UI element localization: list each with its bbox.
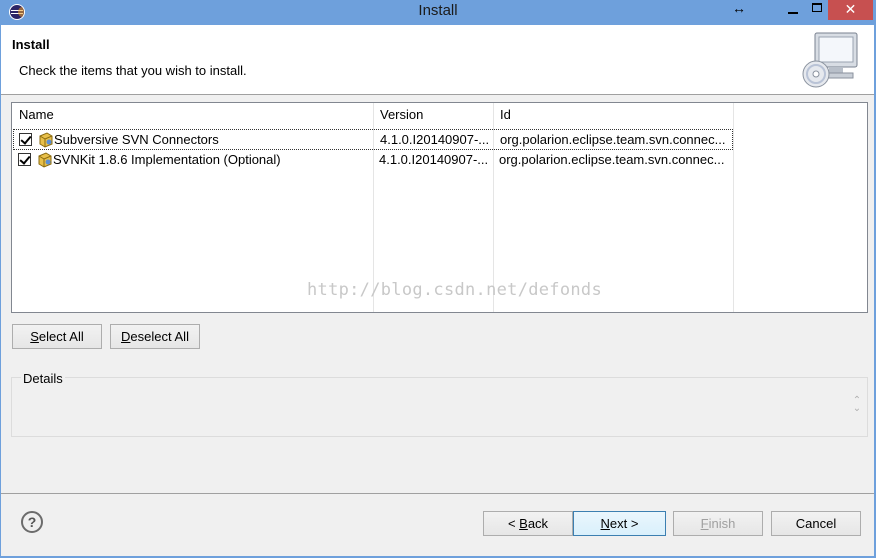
title-bar[interactable]: Install ↔ ✕: [0, 0, 876, 24]
row-checkbox[interactable]: [19, 133, 32, 146]
dialog-client-area: Install Check the items that you wish to…: [1, 25, 874, 556]
row-id: org.polarion.eclipse.team.svn.connec...: [500, 132, 726, 147]
feature-plugin-icon: [39, 132, 53, 148]
column-header-version[interactable]: Version: [373, 103, 493, 127]
banner-title: Install: [12, 37, 50, 52]
feature-plugin-icon: [38, 152, 52, 168]
next-label: ext >: [609, 516, 639, 531]
back-accel: B: [519, 516, 528, 531]
maximize-button[interactable]: [806, 0, 828, 20]
deselect-all-button[interactable]: Deselect All: [110, 324, 200, 349]
cancel-button[interactable]: Cancel: [771, 511, 861, 536]
select-all-label: elect All: [38, 329, 84, 344]
install-computer-icon: [802, 32, 858, 88]
row-version: 4.1.0.I20140907-...: [380, 132, 490, 147]
back-label: ack: [527, 516, 549, 531]
column-divider: [733, 103, 734, 312]
wizard-banner: Install Check the items that you wish to…: [1, 25, 874, 95]
minimize-icon: [788, 12, 798, 14]
next-accel: N: [600, 516, 610, 531]
details-label: Details: [21, 371, 65, 386]
close-button[interactable]: ✕: [828, 0, 873, 20]
next-button[interactable]: Next >: [573, 511, 666, 536]
column-header-name[interactable]: Name: [12, 103, 373, 127]
deselect-all-label: eselect All: [130, 329, 189, 344]
column-header-id[interactable]: Id: [493, 103, 733, 127]
row-name: SVNKit 1.8.6 Implementation (Optional): [53, 152, 281, 167]
help-icon[interactable]: ?: [21, 511, 43, 533]
banner-description: Check the items that you wish to install…: [19, 63, 247, 78]
select-all-button[interactable]: Select All: [12, 324, 102, 349]
back-button[interactable]: < Back: [483, 511, 573, 536]
finish-label: inish: [708, 516, 736, 531]
finish-button[interactable]: Finish: [673, 511, 763, 536]
deselect-all-accel: D: [121, 329, 131, 344]
row-checkbox[interactable]: [18, 153, 31, 166]
back-prefix: <: [507, 516, 520, 531]
install-dialog: Install ↔ ✕ Install Check the items that…: [0, 0, 876, 558]
watermark-text: http://blog.csdn.net/defonds: [307, 280, 602, 300]
table-row[interactable]: Subversive SVN Connectors 4.1.0.I2014090…: [13, 129, 733, 150]
select-all-accel: S: [30, 329, 39, 344]
minimize-button[interactable]: [780, 0, 806, 20]
row-name: Subversive SVN Connectors: [54, 132, 219, 147]
row-version: 4.1.0.I20140907-...: [379, 152, 489, 167]
row-id: org.polarion.eclipse.team.svn.connec...: [499, 152, 725, 167]
resize-icon[interactable]: ↔: [728, 0, 750, 20]
maximize-icon: [812, 3, 822, 12]
details-scroll-arrows[interactable]: ⌃ ⌄: [851, 396, 863, 415]
footer-divider: [1, 493, 874, 494]
details-group: [11, 377, 868, 437]
finish-accel: F: [700, 516, 709, 531]
table-row[interactable]: SVNKit 1.8.6 Implementation (Optional) 4…: [13, 150, 733, 171]
